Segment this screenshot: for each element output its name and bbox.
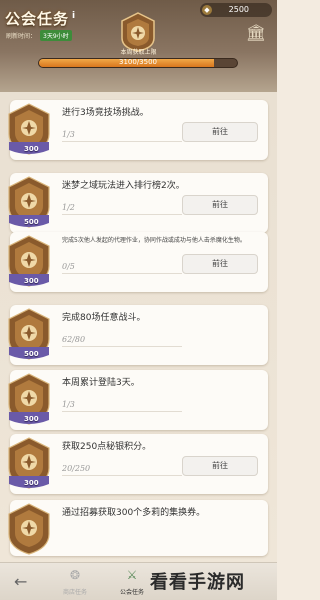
info-icon[interactable]: i <box>72 11 75 21</box>
task-card: 500 完成80场任意战斗。 62/80 <box>8 305 268 365</box>
guild-hall-icon[interactable]: 🏛 <box>245 22 267 44</box>
task-reward: 500 <box>24 350 39 358</box>
task-divider <box>62 141 182 142</box>
go-button[interactable]: 前往 <box>182 195 258 215</box>
task-divider <box>62 411 182 412</box>
task-title: 进行3场竞技场挑战。 <box>62 108 149 118</box>
watermark: 看看手游网 <box>150 572 245 593</box>
crossed-swords-icon: ⚔ <box>126 568 138 582</box>
weekly-progress-bar: 3100/3500 <box>38 58 238 68</box>
task-reward: 500 <box>24 218 39 226</box>
refresh-time: 3天9小时 <box>40 30 72 41</box>
currency-display: ◆ 2500 <box>200 3 272 17</box>
go-button[interactable]: 前往 <box>182 122 258 142</box>
task-divider <box>62 475 182 476</box>
task-card: 通过招募获取300个多莉的集换券。 <box>8 500 268 556</box>
task-title: 完成80场任意战斗。 <box>62 313 146 323</box>
task-card: 300 本周累计登陆3天。 1/3 <box>8 370 268 430</box>
tab-guild-tasks-label: 公会任务 <box>119 589 144 596</box>
task-progress: 20/250 <box>62 464 91 473</box>
currency-value: 2500 <box>228 5 249 14</box>
task-title: 本周累计登陆3天。 <box>62 378 140 388</box>
back-arrow-icon[interactable]: ← <box>14 572 27 591</box>
weekly-progress-text: 3100/3500 <box>119 58 157 66</box>
task-reward: 300 <box>24 145 39 153</box>
go-button[interactable]: 前往 <box>182 456 258 476</box>
shop-icon: ❂ <box>69 568 81 582</box>
task-divider <box>62 273 182 274</box>
tab-guild-tasks[interactable]: ⚔ 公会任务 <box>112 567 152 596</box>
task-emblem-icon <box>8 503 50 555</box>
task-card: 300 完成5次他人发起的代理作业，协同作战或成功与他人击杀魔化生物。 0/5 前往 <box>8 232 268 292</box>
task-card: 500 迷梦之域玩法进入排行榜2次。 1/2 前往 <box>8 173 268 233</box>
task-title: 迷梦之域玩法进入排行榜2次。 <box>62 181 185 191</box>
task-title: 完成5次他人发起的代理作业，协同作战或成功与他人击杀魔化生物。 <box>62 237 246 244</box>
task-card: 300 进行3场竞技场挑战。 1/3 前往 <box>8 100 268 160</box>
page-title: 公会任务 <box>5 10 70 28</box>
task-progress: 1/2 <box>62 203 75 212</box>
task-title: 获取250点秘银积分。 <box>62 442 152 452</box>
task-title: 通过招募获取300个多莉的集换券。 <box>62 508 206 518</box>
tab-shop-tasks[interactable]: ❂ 商店任务 <box>55 567 95 596</box>
tab-shop-tasks-label: 商店任务 <box>62 589 87 596</box>
task-progress: 1/3 <box>62 400 75 409</box>
weekly-limit-emblem <box>121 12 155 52</box>
task-progress: 1/3 <box>62 130 75 139</box>
task-progress: 0/5 <box>62 262 75 271</box>
task-reward: 300 <box>24 415 39 423</box>
task-divider <box>62 214 182 215</box>
task-card: 300 获取250点秘银积分。 20/250 前往 <box>8 434 268 494</box>
task-reward: 300 <box>24 277 39 285</box>
weekly-limit-label: 本周获取上限 <box>120 49 157 56</box>
task-reward: 300 <box>24 479 39 487</box>
refresh-label: 刷新时间： <box>6 33 37 40</box>
task-divider <box>62 346 182 347</box>
coin-icon: ◆ <box>202 5 212 15</box>
task-progress: 62/80 <box>62 335 86 344</box>
go-button[interactable]: 前往 <box>182 254 258 274</box>
